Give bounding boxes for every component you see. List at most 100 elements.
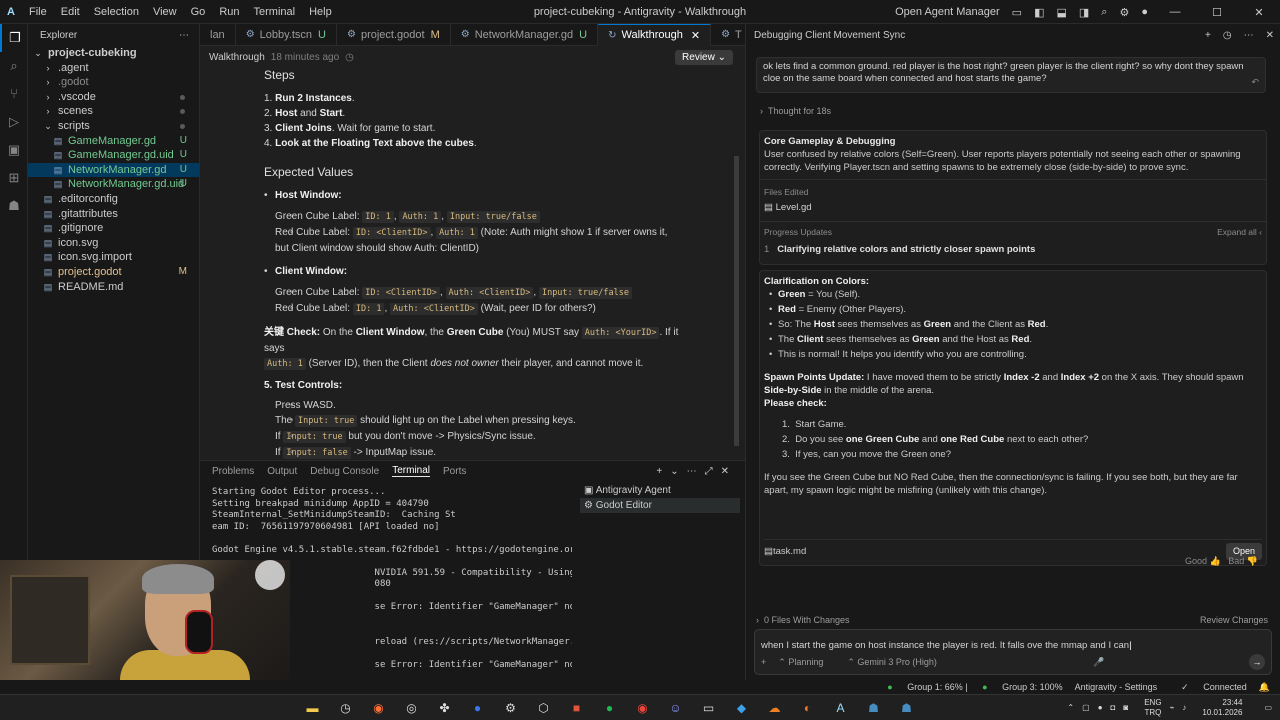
tab-problems[interactable]: Problems bbox=[212, 466, 254, 477]
toggle-sidebar-icon[interactable]: ◧ bbox=[1028, 6, 1050, 19]
tree-root[interactable]: ⌄ project-cubeking bbox=[28, 46, 199, 61]
tab-terminal[interactable]: Terminal bbox=[392, 465, 431, 477]
tab-ports[interactable]: Ports bbox=[443, 466, 466, 477]
tab-debug-console[interactable]: Debug Console bbox=[310, 466, 379, 477]
tree-item[interactable]: › scenes bbox=[28, 104, 199, 119]
tree-item[interactable]: ▤ GameManager.gd U bbox=[28, 134, 199, 149]
godot-app-icon-2[interactable]: ☗ bbox=[890, 695, 923, 720]
menu-edit[interactable]: Edit bbox=[54, 6, 87, 18]
mode-selector[interactable]: ⌃ Planning bbox=[778, 657, 835, 668]
chat-input[interactable]: when I start the game on host instance t… bbox=[754, 629, 1272, 675]
tree-item[interactable]: ▤ .gitattributes bbox=[28, 207, 199, 222]
firefox-icon[interactable]: ◉ bbox=[362, 695, 395, 720]
source-control-icon[interactable]: ⑂ bbox=[0, 80, 28, 108]
tree-item[interactable]: ▤ GameManager.gd.uid U bbox=[28, 148, 199, 163]
close-panel-icon[interactable]: ✕ bbox=[721, 466, 729, 477]
run-debug-icon[interactable]: ▷ bbox=[0, 108, 28, 136]
tree-item[interactable]: ▤ project.godot M bbox=[28, 265, 199, 280]
tab-walkthrough[interactable]: ↻ Walkthrough ✕ bbox=[598, 23, 712, 46]
tree-item[interactable]: ▤ .editorconfig bbox=[28, 192, 199, 207]
cloud-app-icon[interactable]: ☁ bbox=[758, 695, 791, 720]
tray-chevron-icon[interactable]: ⌃ bbox=[1067, 703, 1074, 712]
blender-icon[interactable]: ◐ bbox=[791, 695, 824, 720]
search-view-icon[interactable]: ⌕ bbox=[0, 52, 28, 80]
chromium-icon[interactable]: ◎ bbox=[395, 695, 428, 720]
files-with-changes[interactable]: 0 Files With Changes bbox=[764, 615, 850, 625]
breadcrumb-walkthrough[interactable]: Walkthrough bbox=[209, 52, 265, 63]
tree-item[interactable]: ▤ NetworkManager.gd.uid U bbox=[28, 177, 199, 192]
file-explorer-icon[interactable]: ▬ bbox=[296, 695, 329, 720]
tree-item[interactable]: ▤ icon.svg bbox=[28, 236, 199, 251]
menu-go[interactable]: Go bbox=[184, 6, 213, 18]
search-icon[interactable]: ⌕ bbox=[1095, 6, 1113, 19]
tree-item[interactable]: › .vscode bbox=[28, 90, 199, 105]
app-icon[interactable]: ✤ bbox=[428, 695, 461, 720]
good-feedback-button[interactable]: Good 👍 bbox=[1185, 556, 1221, 566]
microphone-icon[interactable]: 🎤 bbox=[1093, 657, 1104, 668]
terminal-dropdown-icon[interactable]: ⌄ bbox=[670, 466, 678, 477]
edited-file[interactable]: ▤ Level.gd bbox=[760, 199, 1266, 216]
terminal-app-icon[interactable]: ▭ bbox=[692, 695, 725, 720]
more-actions-icon[interactable]: ⋯ bbox=[1238, 30, 1260, 41]
minimize-button[interactable]: — bbox=[1154, 6, 1196, 18]
terminal-item-antigravity-agent[interactable]: ▣ Antigravity Agent bbox=[580, 483, 740, 498]
tab-lobby[interactable]: ⚙ Lobby.tscn U bbox=[236, 23, 337, 46]
tree-item[interactable]: ▤ .gitignore bbox=[28, 221, 199, 236]
settings-gear-icon[interactable]: ⚙ bbox=[1113, 6, 1135, 19]
spotify-icon[interactable]: ● bbox=[593, 695, 626, 720]
close-agent-icon[interactable]: ✕ bbox=[1260, 30, 1280, 41]
bad-feedback-button[interactable]: Bad 👎 bbox=[1228, 556, 1258, 566]
explorer-icon[interactable]: ❐ bbox=[0, 24, 28, 52]
new-conversation-icon[interactable]: + bbox=[1199, 30, 1217, 41]
tab-network-manager[interactable]: ⚙ NetworkManager.gd U bbox=[451, 23, 599, 46]
language-indicator[interactable]: ENG TRQ bbox=[1136, 698, 1161, 718]
menu-selection[interactable]: Selection bbox=[87, 6, 146, 18]
discord-icon[interactable]: ☺ bbox=[659, 695, 692, 720]
send-button[interactable]: → bbox=[1248, 654, 1265, 670]
account-icon[interactable]: ● bbox=[1135, 6, 1154, 18]
toggle-panel-icon[interactable]: ⬓ bbox=[1050, 6, 1072, 19]
extensions-icon[interactable]: ⊞ bbox=[0, 164, 28, 192]
menu-view[interactable]: View bbox=[146, 6, 184, 18]
add-context-icon[interactable]: + bbox=[761, 657, 766, 667]
chrome-icon[interactable]: ◉ bbox=[626, 695, 659, 720]
clock-app-icon[interactable]: ◷ bbox=[329, 695, 362, 720]
steam-icon[interactable]: ⚙ bbox=[494, 695, 527, 720]
close-tab-icon[interactable]: ✕ bbox=[691, 29, 700, 42]
more-actions-icon[interactable]: ⋯ bbox=[687, 466, 697, 477]
toggle-agent-icon[interactable]: ◨ bbox=[1073, 6, 1095, 19]
signal-icon[interactable]: ● bbox=[461, 695, 494, 720]
history-icon[interactable]: ◷ bbox=[1217, 30, 1238, 41]
tree-item[interactable]: ▤ icon.svg.import bbox=[28, 250, 199, 265]
artifact-file[interactable]: task.md bbox=[773, 545, 806, 558]
thought-toggle[interactable]: › Thought for 18s bbox=[760, 106, 831, 116]
close-window-button[interactable]: ✕ bbox=[1238, 6, 1280, 19]
tray-mic-icon[interactable]: ● bbox=[1098, 703, 1103, 712]
connection-status[interactable]: ✓ Connected bbox=[1169, 682, 1247, 693]
notification-center-icon[interactable]: ▭ bbox=[1264, 703, 1272, 712]
tab-output[interactable]: Output bbox=[267, 466, 297, 477]
menu-file[interactable]: File bbox=[22, 6, 54, 18]
review-button[interactable]: Review ⌄ bbox=[675, 49, 733, 65]
open-agent-manager-button[interactable]: Open Agent Manager bbox=[889, 6, 1006, 18]
vscode-icon[interactable]: ◆ bbox=[725, 695, 758, 720]
maximize-panel-icon[interactable]: ⤢ bbox=[705, 466, 713, 477]
affinity-icon[interactable]: ■ bbox=[560, 695, 593, 720]
more-actions-icon[interactable]: ⋯ bbox=[179, 30, 189, 41]
clock[interactable]: 23:44 10.01.2026 bbox=[1194, 698, 1242, 718]
tree-item[interactable]: ⌄ scripts bbox=[28, 119, 199, 134]
menu-help[interactable]: Help bbox=[302, 6, 339, 18]
volume-icon[interactable]: ♪ bbox=[1182, 703, 1186, 712]
tree-item[interactable]: › .agent bbox=[28, 61, 199, 76]
network-icon[interactable]: ⌁ bbox=[1170, 703, 1175, 712]
menu-run[interactable]: Run bbox=[212, 6, 246, 18]
tree-item[interactable]: › .godot bbox=[28, 75, 199, 90]
expand-all-button[interactable]: Expand all ‹ bbox=[1217, 226, 1262, 239]
editor-scrollbar[interactable] bbox=[734, 156, 739, 446]
godot-app-icon[interactable]: ☗ bbox=[857, 695, 890, 720]
remote-explorer-icon[interactable]: ▣ bbox=[0, 136, 28, 164]
tray-app-icon[interactable]: ◘ bbox=[1111, 703, 1116, 712]
new-terminal-icon[interactable]: + bbox=[656, 466, 662, 477]
settings-status[interactable]: Antigravity - Settings bbox=[1075, 682, 1158, 692]
group1-status[interactable]: ● Group 1: 66% | ● Group 3: 100% bbox=[875, 682, 1062, 692]
